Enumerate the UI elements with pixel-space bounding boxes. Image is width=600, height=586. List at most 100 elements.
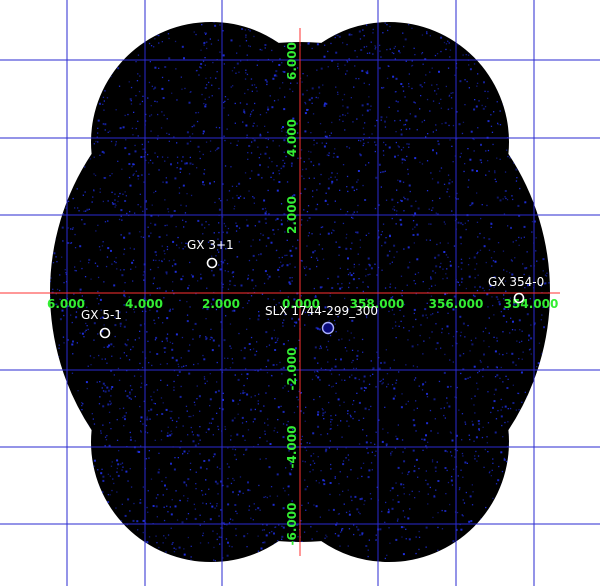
noise-speck bbox=[129, 210, 131, 213]
noise-speck bbox=[89, 355, 92, 357]
noise-speck bbox=[279, 361, 281, 364]
noise-speck bbox=[494, 431, 497, 434]
noise-speck bbox=[391, 451, 393, 453]
noise-speck bbox=[389, 25, 391, 28]
noise-speck bbox=[491, 131, 494, 133]
noise-speck bbox=[318, 482, 320, 484]
noise-speck bbox=[401, 158, 404, 161]
noise-speck bbox=[111, 173, 113, 175]
noise-speck bbox=[414, 157, 417, 160]
noise-speck bbox=[160, 430, 163, 432]
noise-speck bbox=[56, 26, 58, 28]
noise-speck bbox=[219, 24, 221, 26]
noise-speck bbox=[498, 32, 501, 35]
noise-speck bbox=[471, 53, 473, 55]
noise-speck bbox=[367, 257, 370, 260]
noise-speck bbox=[384, 406, 386, 408]
noise-speck bbox=[541, 470, 543, 472]
noise-speck bbox=[272, 140, 274, 142]
noise-speck bbox=[538, 171, 540, 173]
noise-speck bbox=[255, 350, 258, 352]
noise-speck bbox=[207, 428, 210, 431]
noise-speck bbox=[264, 79, 267, 82]
noise-speck bbox=[129, 550, 131, 552]
noise-speck bbox=[403, 248, 405, 250]
noise-speck bbox=[361, 104, 364, 107]
noise-speck bbox=[328, 509, 330, 511]
noise-speck bbox=[239, 195, 242, 197]
noise-speck bbox=[419, 84, 422, 87]
noise-speck bbox=[391, 507, 394, 510]
noise-speck bbox=[415, 200, 417, 202]
noise-speck bbox=[55, 178, 57, 180]
noise-speck bbox=[199, 439, 201, 441]
noise-speck bbox=[517, 505, 520, 507]
noise-speck bbox=[96, 297, 98, 300]
noise-speck bbox=[370, 267, 373, 270]
noise-speck bbox=[414, 212, 417, 215]
noise-speck bbox=[259, 556, 262, 559]
noise-speck bbox=[93, 487, 95, 489]
noise-speck bbox=[352, 217, 354, 219]
noise-speck bbox=[226, 231, 229, 234]
noise-speck bbox=[522, 530, 525, 532]
noise-speck bbox=[529, 96, 531, 98]
noise-speck bbox=[348, 339, 351, 341]
noise-speck bbox=[482, 287, 484, 289]
noise-speck bbox=[93, 357, 95, 359]
noise-speck bbox=[319, 396, 321, 398]
noise-speck bbox=[186, 314, 189, 316]
noise-speck bbox=[481, 436, 484, 439]
noise-speck bbox=[97, 224, 99, 226]
noise-speck bbox=[97, 469, 99, 471]
noise-speck bbox=[156, 559, 159, 561]
noise-speck bbox=[64, 420, 66, 422]
noise-speck bbox=[413, 470, 416, 473]
noise-speck bbox=[400, 200, 403, 202]
noise-speck bbox=[71, 343, 74, 346]
noise-speck bbox=[107, 403, 110, 406]
noise-speck bbox=[339, 471, 341, 473]
noise-speck bbox=[552, 290, 553, 291]
noise-speck bbox=[414, 54, 416, 56]
noise-speck bbox=[429, 239, 431, 241]
noise-speck bbox=[479, 285, 482, 288]
noise-speck bbox=[468, 64, 470, 66]
noise-speck bbox=[388, 566, 390, 568]
noise-speck bbox=[358, 378, 360, 381]
noise-speck bbox=[268, 213, 270, 215]
noise-speck bbox=[391, 487, 394, 490]
noise-speck bbox=[330, 428, 332, 430]
noise-speck bbox=[313, 552, 316, 555]
noise-speck bbox=[311, 25, 314, 28]
noise-speck bbox=[158, 452, 160, 454]
noise-speck bbox=[439, 242, 441, 244]
noise-speck bbox=[308, 177, 310, 179]
noise-speck bbox=[40, 354, 41, 355]
noise-speck bbox=[340, 30, 342, 32]
noise-speck bbox=[182, 453, 184, 455]
noise-speck bbox=[271, 49, 273, 52]
noise-speck bbox=[114, 193, 116, 195]
noise-speck bbox=[354, 495, 357, 498]
noise-speck bbox=[176, 244, 178, 246]
noise-speck bbox=[454, 74, 456, 76]
noise-speck bbox=[216, 503, 218, 505]
noise-speck bbox=[401, 162, 403, 164]
noise-speck bbox=[186, 518, 188, 520]
noise-speck bbox=[181, 45, 184, 48]
noise-speck bbox=[319, 233, 321, 235]
noise-speck bbox=[200, 67, 202, 69]
noise-speck bbox=[354, 411, 356, 413]
noise-speck bbox=[413, 280, 415, 282]
noise-speck bbox=[431, 285, 433, 287]
noise-speck bbox=[382, 150, 385, 152]
noise-speck bbox=[329, 493, 331, 496]
noise-speck bbox=[165, 551, 167, 553]
noise-speck bbox=[110, 388, 112, 390]
noise-speck bbox=[434, 54, 437, 57]
noise-speck bbox=[88, 258, 91, 261]
noise-speck bbox=[408, 146, 410, 148]
noise-speck bbox=[502, 250, 505, 252]
noise-speck bbox=[209, 38, 211, 40]
